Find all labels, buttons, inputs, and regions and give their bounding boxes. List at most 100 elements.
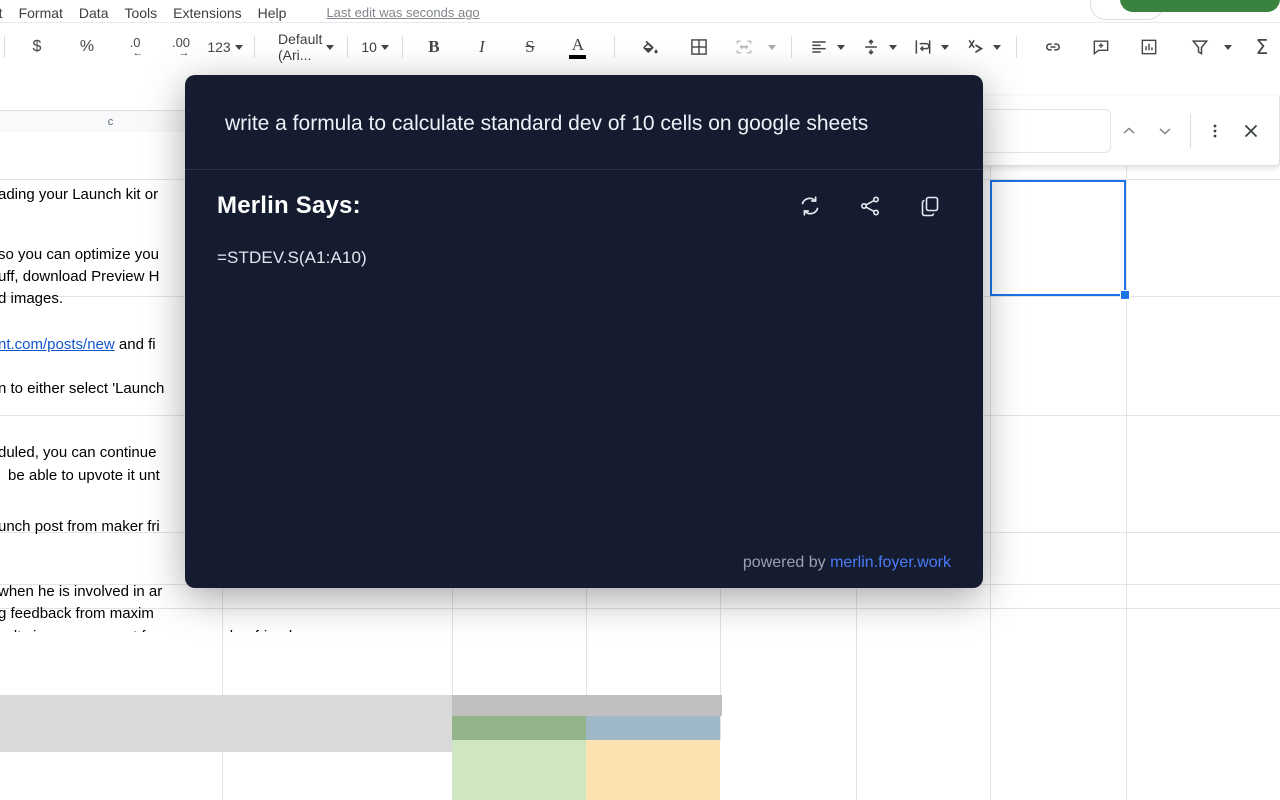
toolbar-divider <box>4 36 5 58</box>
copy-button[interactable] <box>917 193 943 219</box>
formatting-toolbar: $ % .0 ← .00 → 123 Default (Ari... 10 B … <box>0 23 1280 71</box>
chevron-down-icon <box>1155 121 1175 141</box>
text-rotation-menu[interactable] <box>990 31 1004 63</box>
find-options-button[interactable] <box>1196 111 1232 151</box>
horizontal-align-button[interactable] <box>804 31 834 63</box>
vertical-align-icon <box>861 37 881 57</box>
menu-bar: rt Format Data Tools Extensions Help Las… <box>0 0 1280 23</box>
text-wrap-button[interactable] <box>908 31 938 63</box>
borders-icon <box>689 37 709 57</box>
regenerate-button[interactable] <box>797 193 823 219</box>
decrease-decimal-button[interactable]: .0 ← <box>120 31 150 63</box>
chevron-down-icon <box>326 45 334 50</box>
menu-item-insert[interactable]: rt <box>0 4 11 22</box>
text-color-button[interactable]: A <box>563 31 593 63</box>
create-filter-button[interactable] <box>1185 31 1215 63</box>
chevron-down-icon <box>1224 45 1232 50</box>
find-previous-button[interactable] <box>1111 111 1147 151</box>
menu-item-data[interactable]: Data <box>71 4 117 22</box>
last-edit-status[interactable]: Last edit was seconds ago <box>326 4 479 22</box>
chevron-down-icon <box>768 45 776 50</box>
font-family-select[interactable]: Default (Ari... <box>272 33 340 61</box>
merlin-answer-text: =STDEV.S(A1:A10) <box>217 248 943 268</box>
merlin-website-link[interactable]: merlin.foyer.work <box>830 554 951 571</box>
cell-priority-very-high[interactable]: Very High <box>452 740 586 800</box>
functions-button[interactable]: Σ <box>1247 31 1277 63</box>
insert-comment-button[interactable] <box>1086 31 1116 63</box>
merlin-ai-dialog[interactable]: write a formula to calculate standard de… <box>185 75 983 588</box>
italic-button[interactable]: I <box>467 31 497 63</box>
text-wrap-menu[interactable] <box>938 31 952 63</box>
arrow-left-icon: ← <box>133 49 144 58</box>
merged-cell-band[interactable] <box>0 695 452 752</box>
align-left-icon <box>809 37 829 57</box>
insert-link-button[interactable] <box>1038 31 1068 63</box>
font-size-value: 10 <box>361 39 377 55</box>
merlin-response-header: Merlin Says: <box>217 192 943 220</box>
arrow-right-icon: → <box>179 49 190 58</box>
find-divider <box>1190 114 1191 148</box>
toolbar-divider <box>791 36 792 58</box>
merlin-action-buttons <box>797 193 943 219</box>
merlin-response-section: Merlin Says: <box>185 170 983 268</box>
merge-cells-button[interactable] <box>729 31 759 63</box>
increase-decimal-button[interactable]: .00 → <box>166 31 196 63</box>
chevron-down-icon <box>837 45 845 50</box>
grid-line-vertical <box>1126 132 1127 800</box>
merlin-footer: powered by merlin.foyer.work <box>185 554 983 572</box>
toolbar-divider <box>614 36 615 58</box>
font-family-value: Default (Ari... <box>278 31 322 63</box>
share-response-button[interactable] <box>857 193 883 219</box>
cell-priority-empty[interactable] <box>720 740 856 800</box>
filter-menu[interactable] <box>1221 31 1235 63</box>
toolbar-divider <box>254 36 255 58</box>
share-button[interactable] <box>1120 0 1280 12</box>
more-vertical-icon <box>1205 121 1225 141</box>
chevron-down-icon <box>889 45 897 50</box>
strikethrough-button[interactable]: S <box>515 31 545 63</box>
fill-handle[interactable] <box>1120 290 1130 300</box>
find-close-button[interactable] <box>1233 111 1269 151</box>
active-cell-selection[interactable] <box>990 180 1126 296</box>
powered-by-label: powered by <box>743 554 830 571</box>
number-format-label: 123 <box>207 39 230 55</box>
fill-color-button[interactable] <box>636 31 666 63</box>
text-color-swatch <box>569 55 586 59</box>
text-color-label: A <box>572 36 584 53</box>
share-icon <box>858 194 882 218</box>
chevron-up-icon <box>1119 121 1139 141</box>
chevron-down-icon <box>381 45 389 50</box>
font-size-select[interactable]: 10 <box>355 33 395 61</box>
vertical-align-menu[interactable] <box>886 31 900 63</box>
cell-blue-header[interactable] <box>586 716 720 740</box>
merge-cells-menu[interactable] <box>765 31 779 63</box>
merlin-question: write a formula to calculate standard de… <box>185 75 983 170</box>
bold-button[interactable]: B <box>419 31 449 63</box>
chevron-down-icon <box>993 45 1001 50</box>
cell-priority-high[interactable]: High <box>586 740 720 800</box>
menu-item-extensions[interactable]: Extensions <box>165 4 249 22</box>
currency-format-button[interactable]: $ <box>22 31 52 63</box>
percent-format-button[interactable]: % <box>72 31 102 63</box>
chart-icon <box>1139 37 1159 57</box>
grid-line-horizontal <box>0 608 1280 609</box>
merge-cells-icon <box>734 37 754 57</box>
text-rotation-button[interactable] <box>960 31 990 63</box>
filter-icon <box>1190 37 1210 57</box>
merged-cell-band-right[interactable] <box>452 695 722 716</box>
toolbar-divider <box>1016 36 1017 58</box>
text-wrap-icon <box>913 37 933 57</box>
menu-item-help[interactable]: Help <box>250 4 295 22</box>
regenerate-icon <box>798 194 822 218</box>
menu-item-format[interactable]: Format <box>11 4 71 22</box>
horizontal-align-menu[interactable] <box>834 31 848 63</box>
chevron-down-icon <box>235 45 243 50</box>
vertical-align-button[interactable] <box>856 31 886 63</box>
borders-button[interactable] <box>684 31 714 63</box>
menu-item-tools[interactable]: Tools <box>116 4 165 22</box>
find-next-button[interactable] <box>1147 111 1183 151</box>
cell-green-header[interactable] <box>452 716 586 740</box>
close-icon <box>1240 120 1262 142</box>
number-format-menu[interactable]: 123 <box>210 31 240 63</box>
insert-chart-button[interactable] <box>1134 31 1164 63</box>
